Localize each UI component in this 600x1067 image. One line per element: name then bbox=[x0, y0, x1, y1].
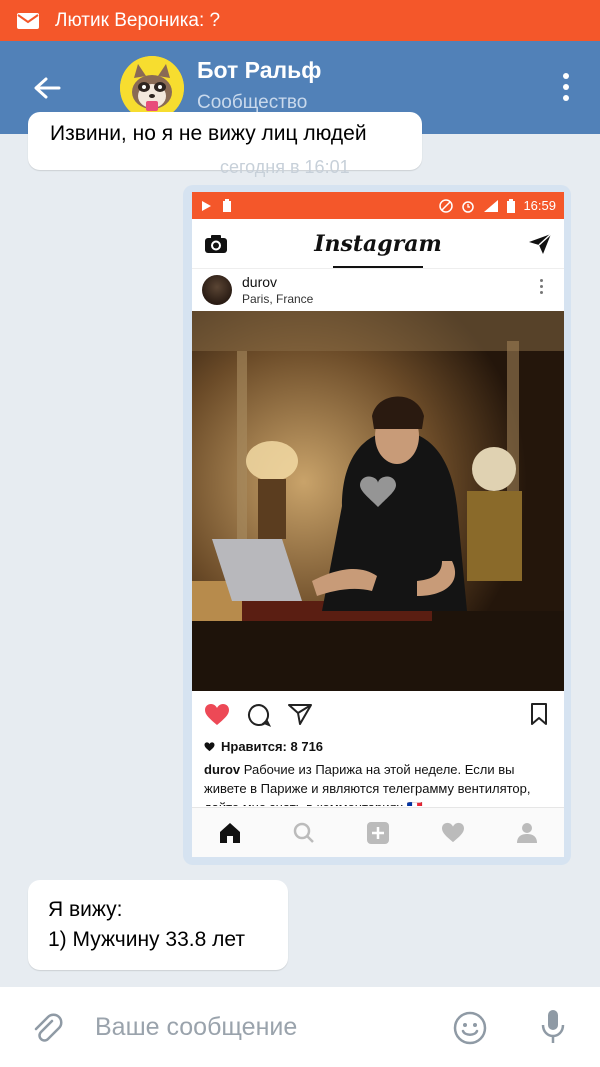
bookmark-icon bbox=[531, 703, 547, 725]
post-photo bbox=[192, 311, 564, 691]
raccoon-avatar-icon bbox=[120, 56, 184, 120]
instagram-bottom-nav bbox=[192, 807, 564, 857]
arrow-left-icon bbox=[34, 77, 61, 98]
message-composer: Ваше сообщение bbox=[0, 987, 600, 1067]
date-separator: сегодня в 16:01 bbox=[220, 157, 350, 177]
phone-status-bar: 16:59 bbox=[192, 192, 564, 219]
share-icon bbox=[288, 704, 312, 725]
post-actions bbox=[192, 691, 564, 739]
search-icon bbox=[293, 822, 314, 843]
caption-username: durov bbox=[204, 762, 241, 777]
home-icon bbox=[219, 822, 240, 843]
direct-send-icon bbox=[528, 232, 552, 254]
add-post-icon bbox=[366, 821, 389, 844]
chat-subtitle: Сообщество bbox=[197, 92, 308, 113]
alarm-icon bbox=[462, 200, 475, 213]
signal-icon bbox=[484, 199, 499, 212]
likes-label: Нравится: 8 716 bbox=[221, 739, 324, 754]
paperclip-icon[interactable] bbox=[30, 1012, 64, 1046]
notification-bar[interactable]: Лютик Вероника: ? bbox=[0, 0, 600, 41]
battery-saver-icon bbox=[223, 198, 231, 212]
microphone-icon[interactable] bbox=[540, 1009, 566, 1045]
caption-text: Рабочие из Парижа на этой неделе. Если в… bbox=[204, 762, 531, 806]
message-text: Извини, но я не вижу лиц людей bbox=[50, 122, 367, 145]
profile-icon bbox=[517, 822, 538, 843]
message-bubble-incoming[interactable]: Я вижу: 1) Мужчину 33.8 лет bbox=[28, 880, 288, 970]
logo-underline bbox=[333, 266, 423, 268]
post-caption: durov Рабочие из Парижа на этой неделе. … bbox=[192, 754, 564, 806]
message-line-2: 1) Мужчину 33.8 лет bbox=[48, 928, 245, 951]
activity-heart-icon bbox=[442, 822, 465, 842]
mail-icon bbox=[17, 12, 39, 29]
comment-icon bbox=[248, 703, 271, 727]
instagram-logo: Instagram bbox=[314, 230, 442, 257]
back-button[interactable] bbox=[32, 73, 62, 103]
post-avatar bbox=[202, 275, 232, 305]
post-location: Paris, France bbox=[242, 292, 314, 306]
likes-count: Нравится: 8 716 bbox=[192, 739, 564, 754]
message-line-1: Я вижу: bbox=[48, 898, 123, 921]
heart-filled-icon bbox=[205, 704, 229, 725]
photo-illustration bbox=[192, 311, 564, 691]
attached-screenshot[interactable]: 16:59 Instagram durov Paris, France Нрав… bbox=[192, 192, 564, 857]
chat-title: Бот Ральф bbox=[197, 57, 322, 83]
camera-icon bbox=[205, 234, 227, 253]
instagram-toolbar: Instagram bbox=[192, 219, 564, 269]
post-username: durov bbox=[242, 274, 278, 290]
notification-text: Лютик Вероника: ? bbox=[55, 9, 221, 31]
play-icon bbox=[202, 200, 211, 211]
phone-time: 16:59 bbox=[523, 198, 556, 213]
post-more-icon bbox=[540, 279, 544, 297]
message-input[interactable]: Ваше сообщение bbox=[95, 1013, 297, 1042]
emoji-icon[interactable] bbox=[453, 1011, 487, 1045]
more-menu-icon[interactable] bbox=[562, 73, 570, 105]
do-not-disturb-icon bbox=[439, 198, 454, 213]
header-text[interactable]: Бот Ральф Сообщество bbox=[197, 57, 321, 114]
post-header: durov Paris, France bbox=[192, 269, 564, 311]
small-heart-icon bbox=[204, 741, 215, 751]
battery-icon bbox=[507, 198, 516, 213]
avatar[interactable] bbox=[120, 56, 184, 120]
